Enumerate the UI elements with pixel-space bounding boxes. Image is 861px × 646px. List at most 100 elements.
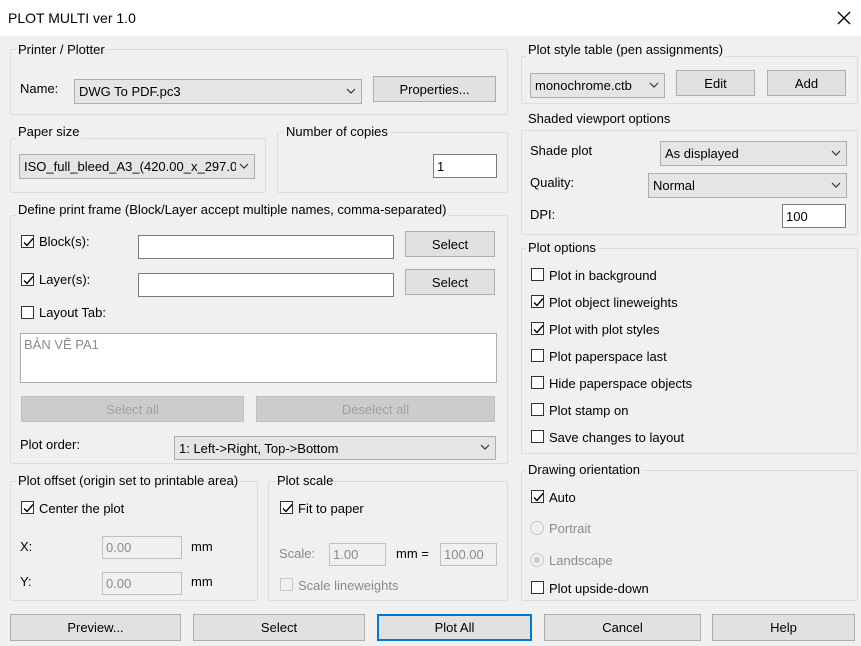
plot-option-plot-styles-checkbox[interactable] <box>531 322 544 335</box>
layer-input[interactable] <box>138 273 394 297</box>
block-input[interactable] <box>138 235 394 259</box>
dpi-input[interactable]: 100 <box>782 204 846 228</box>
plot-option-hide-paperspace-checkbox[interactable] <box>531 376 544 389</box>
plot-option-plot-stamp-label: Plot stamp on <box>549 403 629 418</box>
copies-input[interactable]: 1 <box>433 154 497 178</box>
plot-option-save-changes-label: Save changes to layout <box>549 430 685 445</box>
offset-x-label: X: <box>20 539 33 554</box>
chevron-down-icon <box>480 444 490 450</box>
offset-y-label: Y: <box>20 574 32 589</box>
close-icon[interactable] <box>832 6 856 30</box>
plot-option-paperspace-last-checkbox[interactable] <box>531 349 544 362</box>
plot-option-object-lineweights-label: Plot object lineweights <box>549 295 678 310</box>
plot-option-plot-styles-label: Plot with plot styles <box>549 322 660 337</box>
block-label: Block(s): <box>39 234 90 249</box>
printer-name-dropdown[interactable]: DWG To PDF.pc3 <box>74 79 362 104</box>
checkmark-icon <box>23 276 34 285</box>
fit-to-paper-label: Fit to paper <box>298 501 364 516</box>
plot-option-background-label: Plot in background <box>549 268 657 283</box>
add-button[interactable]: Add <box>767 70 846 96</box>
offset-x-unit: mm <box>191 539 213 554</box>
plot-offset-group-label: Plot offset (origin set to printable are… <box>16 473 241 488</box>
landscape-label: Landscape <box>549 553 613 568</box>
layout-tab-list[interactable]: BẢN VẼ PA1 <box>20 333 497 383</box>
plot-option-hide-paperspace-label: Hide paperspace objects <box>549 376 693 391</box>
scale-lineweights-label: Scale lineweights <box>298 578 399 593</box>
plot-order-label: Plot order: <box>20 437 80 452</box>
help-button[interactable]: Help <box>712 614 855 641</box>
portrait-radio[interactable] <box>530 521 544 535</box>
radio-dot <box>534 557 540 563</box>
select-button[interactable]: Select <box>193 614 365 641</box>
scale-label: Scale: <box>279 546 316 561</box>
chevron-down-icon <box>831 182 841 188</box>
offset-x-input[interactable]: 0.00 <box>102 536 182 559</box>
orientation-group-label: Drawing orientation <box>526 462 643 477</box>
block-select-button[interactable]: Select <box>405 231 495 257</box>
properties-button[interactable]: Properties... <box>373 76 496 102</box>
chevron-down-icon <box>239 163 249 169</box>
window-title: PLOT MULTI ver 1.0 <box>8 10 136 26</box>
shade-plot-label: Shade plot <box>530 143 593 158</box>
quality-value: Normal <box>653 178 695 193</box>
plot-option-save-changes-checkbox[interactable] <box>531 430 544 443</box>
layer-checkbox[interactable] <box>21 273 34 286</box>
copies-group-label: Number of copies <box>284 124 390 139</box>
list-item[interactable]: BẢN VẼ PA1 <box>24 337 493 352</box>
dpi-label: DPI: <box>530 207 556 222</box>
center-plot-checkbox[interactable] <box>21 501 34 514</box>
plot-order-value: 1: Left->Right, Top->Bottom <box>179 440 339 456</box>
layer-select-button[interactable]: Select <box>405 269 495 295</box>
block-checkbox[interactable] <box>21 235 34 248</box>
checkmark-icon <box>23 238 34 247</box>
pen-group-label: Plot style table (pen assignments) <box>526 42 726 57</box>
pen-table-value: monochrome.ctb <box>535 78 632 93</box>
plot-option-background-checkbox[interactable] <box>531 268 544 281</box>
scale-units-input[interactable]: 100.00 <box>440 543 497 566</box>
upside-down-label: Plot upside-down <box>549 581 649 596</box>
chevron-down-icon <box>346 88 356 94</box>
chevron-down-icon <box>831 150 841 156</box>
printer-name-label: Name: <box>20 81 59 96</box>
checkmark-icon <box>282 504 293 513</box>
plot-scale-group-label: Plot scale <box>275 473 336 488</box>
auto-orientation-checkbox[interactable] <box>531 490 544 503</box>
checkmark-icon <box>23 504 34 513</box>
plot-all-button[interactable]: Plot All <box>377 614 532 641</box>
auto-orientation-label: Auto <box>549 490 576 505</box>
edit-button[interactable]: Edit <box>676 70 755 96</box>
plot-option-object-lineweights-checkbox[interactable] <box>531 295 544 308</box>
scale-lineweights-checkbox[interactable] <box>280 578 293 591</box>
pen-table-dropdown[interactable]: monochrome.ctb <box>530 73 665 98</box>
plot-option-paperspace-last-label: Plot paperspace last <box>549 349 667 364</box>
layer-label: Layer(s): <box>39 272 91 287</box>
checkmark-icon <box>533 493 544 502</box>
select-all-button[interactable]: Select all <box>21 396 244 422</box>
printer-name-value: DWG To PDF.pc3 <box>79 84 181 99</box>
plot-options-group-label: Plot options <box>526 240 598 255</box>
plot-option-plot-stamp-checkbox[interactable] <box>531 403 544 416</box>
upside-down-checkbox[interactable] <box>531 581 544 594</box>
shaded-group-label: Shaded viewport options <box>526 111 673 126</box>
scale-mm-equals: mm = <box>396 546 429 561</box>
fit-to-paper-checkbox[interactable] <box>280 501 293 514</box>
shade-plot-dropdown[interactable]: As displayed <box>660 141 847 166</box>
layout-tab-label: Layout Tab: <box>39 305 106 320</box>
paper-size-dropdown[interactable]: ISO_full_bleed_A3_(420.00_x_297.0 <box>19 154 255 179</box>
scale-input[interactable]: 1.00 <box>329 543 386 566</box>
plot-order-dropdown[interactable]: 1: Left->Right, Top->Bottom <box>174 436 496 460</box>
paper-size-value: ISO_full_bleed_A3_(420.00_x_297.0 <box>24 159 236 174</box>
preview-button[interactable]: Preview... <box>10 614 181 641</box>
layout-tab-checkbox[interactable] <box>21 306 34 319</box>
offset-y-input[interactable]: 0.00 <box>102 572 182 595</box>
portrait-label: Portrait <box>549 521 591 536</box>
offset-y-unit: mm <box>191 574 213 589</box>
cancel-button[interactable]: Cancel <box>544 614 701 641</box>
deselect-all-button[interactable]: Deselect all <box>256 396 495 422</box>
landscape-radio[interactable] <box>530 553 544 567</box>
checkmark-icon <box>533 298 544 307</box>
quality-label: Quality: <box>530 175 575 190</box>
title-bar: PLOT MULTI ver 1.0 <box>0 0 861 36</box>
quality-dropdown[interactable]: Normal <box>648 173 847 198</box>
paper-size-group-label: Paper size <box>16 124 82 139</box>
